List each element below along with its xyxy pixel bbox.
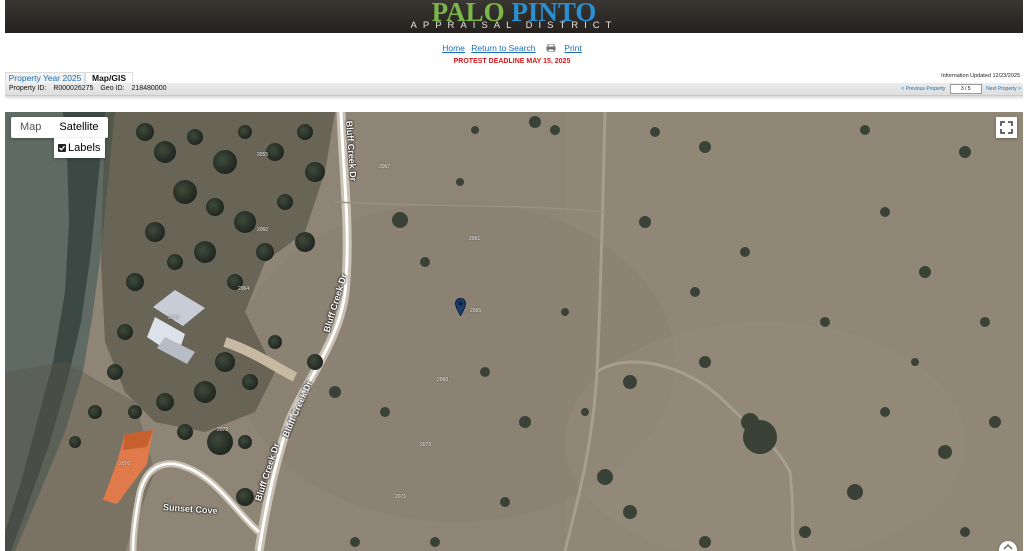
home-link[interactable]: Home bbox=[442, 43, 465, 53]
property-pager: < Previous Property 3 / 5 Next Property … bbox=[901, 83, 1021, 95]
tab-bar: Property Year 2025 Map/GIS bbox=[5, 72, 1023, 83]
info-bar-shadow bbox=[5, 96, 1023, 100]
printer-icon[interactable] bbox=[546, 44, 556, 52]
address-number: 2072 bbox=[217, 427, 229, 433]
address-number: 2065 bbox=[470, 308, 482, 314]
address-number: 2067 bbox=[379, 164, 391, 170]
logo-subtitle: APPRAISAL DISTRICT bbox=[410, 20, 618, 31]
checkmark-icon bbox=[59, 145, 65, 151]
previous-property-link[interactable]: < Previous Property bbox=[901, 86, 945, 92]
property-id-value: R000026275 bbox=[53, 85, 94, 92]
fullscreen-button[interactable] bbox=[996, 117, 1017, 138]
satellite-map[interactable]: Bluff Creek Dr Bluff Creek Dr Bluff Cree… bbox=[5, 112, 1023, 551]
address-number: 2060 bbox=[257, 227, 269, 233]
address-number: 2061 bbox=[469, 236, 481, 242]
address-number: 2055 bbox=[257, 152, 269, 158]
address-number: 2068 bbox=[168, 315, 180, 321]
labels-checkbox[interactable] bbox=[58, 144, 66, 152]
address-number: 2076 bbox=[119, 461, 131, 467]
tab-map-gis[interactable]: Map/GIS bbox=[85, 72, 133, 83]
property-info-bar: Property ID: R000026275 Geo ID: 21848000… bbox=[5, 83, 1023, 96]
tab-property-year[interactable]: Property Year 2025 bbox=[5, 72, 85, 83]
labels-text: Labels bbox=[68, 142, 101, 154]
address-number: 2060 bbox=[437, 377, 449, 383]
top-nav: Home Return to Search Print bbox=[0, 43, 1024, 53]
labels-toggle[interactable]: Labels bbox=[54, 138, 106, 158]
next-property-link[interactable]: Next Property > bbox=[986, 86, 1021, 92]
map-view-button[interactable]: Map bbox=[11, 117, 50, 138]
map-type-control: Map Satellite bbox=[11, 117, 108, 138]
address-number: 2073 bbox=[420, 442, 432, 448]
chevron-up-icon bbox=[1003, 543, 1013, 550]
address-number: 2071 bbox=[395, 494, 407, 500]
geo-id-value: 218480000 bbox=[131, 85, 167, 92]
fullscreen-icon bbox=[1000, 121, 1013, 134]
pegman-control[interactable] bbox=[999, 541, 1017, 551]
property-id-label: Property ID: bbox=[9, 85, 47, 92]
satellite-imagery bbox=[5, 112, 1023, 551]
info-updated: Information Updated 12/23/2025 bbox=[941, 73, 1020, 79]
pager-position[interactable]: 3 / 5 bbox=[949, 83, 982, 94]
satellite-view-button[interactable]: Satellite bbox=[50, 117, 107, 138]
protest-deadline: PROTEST DEADLINE MAY 15, 2025 bbox=[453, 58, 571, 65]
geo-id-label: Geo ID: bbox=[100, 85, 125, 92]
header-banner: PALO PINTO APPRAISAL DISTRICT bbox=[5, 0, 1023, 33]
print-link[interactable]: Print bbox=[564, 43, 581, 53]
return-to-search-link[interactable]: Return to Search bbox=[471, 43, 535, 53]
address-number: 2064 bbox=[238, 286, 250, 292]
property-marker-icon[interactable] bbox=[455, 298, 466, 316]
